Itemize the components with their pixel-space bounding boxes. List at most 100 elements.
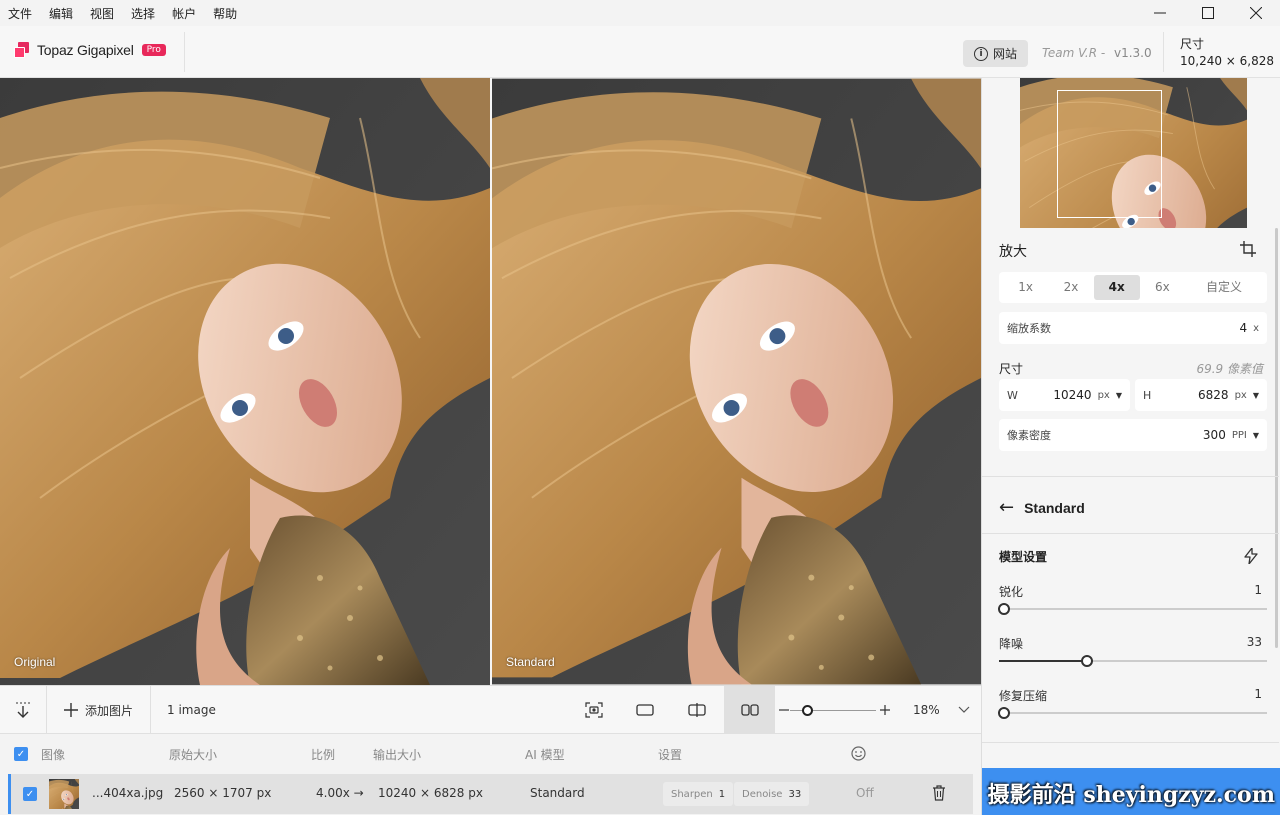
col-output-size: 输出大小	[373, 748, 422, 762]
sharpen-pill-label: Sharpen	[671, 788, 713, 800]
minimize-button[interactable]	[1136, 0, 1184, 26]
app-logo: Topaz Gigapixel Pro	[14, 42, 166, 58]
zoom-slider-knob[interactable]	[802, 705, 814, 716]
trash-icon[interactable]	[932, 785, 946, 801]
slider-knob[interactable]	[1081, 655, 1094, 667]
website-label: 网站	[992, 47, 1017, 61]
col-settings: 设置	[658, 748, 683, 762]
menu-select[interactable]: 选择	[131, 5, 155, 22]
sharpen-value: 1	[1254, 583, 1262, 597]
compression-slider[interactable]	[998, 707, 1267, 719]
split-view-button[interactable]	[672, 686, 722, 734]
arrow-left-icon: ←	[999, 497, 1015, 518]
single-view-button[interactable]	[620, 686, 670, 734]
check-icon: ✓	[14, 747, 28, 761]
chevron-down-icon[interactable]: ▼	[1253, 431, 1259, 440]
scale-factor-field[interactable]: 缩放系数 4 x	[999, 312, 1267, 344]
row-checkbox[interactable]: ✓	[23, 787, 37, 801]
scale-option-2x[interactable]: 2x	[1048, 275, 1093, 300]
enhanced-preview[interactable]: Standard	[492, 78, 981, 685]
slider-knob[interactable]	[998, 707, 1011, 719]
pixel-density-unit: PPI	[1231, 429, 1247, 441]
pixel-density-field[interactable]: 像素密度 300 PPI ▼	[999, 419, 1267, 451]
enhanced-label: Standard	[506, 655, 555, 669]
check-icon: ✓	[23, 787, 37, 801]
lightning-icon[interactable]	[1244, 548, 1258, 564]
chevron-down-icon[interactable]: ▼	[1116, 391, 1122, 400]
download-arrow-icon	[16, 702, 30, 718]
height-label: H	[1143, 388, 1152, 402]
row-ratio: 4.00x →	[316, 786, 364, 800]
compression-value: 1	[1254, 687, 1262, 701]
model-back-button[interactable]: ← Standard	[999, 497, 1085, 518]
enhanced-image	[492, 78, 981, 685]
side-by-side-icon	[740, 704, 759, 716]
height-value: 6828	[1198, 388, 1229, 402]
row-filename: ...404xa.jpg	[92, 786, 164, 800]
original-preview[interactable]: Original	[0, 78, 490, 685]
single-view-icon	[636, 704, 654, 716]
app-name: Topaz Gigapixel	[37, 42, 134, 58]
add-image-button[interactable]: 添加图片	[47, 686, 150, 734]
scale-option-1x[interactable]: 1x	[1003, 275, 1048, 300]
denoise-label: 降噪	[999, 637, 1024, 651]
queue-table-header: ✓ 图像 原始大小 比例 输出大小 AI 模型 设置	[0, 734, 981, 774]
thumbnail-image	[49, 779, 79, 809]
scale-option-4x[interactable]: 4x	[1093, 275, 1140, 300]
col-ratio: 比例	[311, 748, 336, 762]
version-label: v1.3.0	[1114, 46, 1152, 60]
model-settings-title: 模型设置	[999, 550, 1048, 564]
sharpen-label: 锐化	[999, 585, 1024, 599]
crop-icon[interactable]	[1240, 241, 1256, 257]
camera-icon	[585, 702, 603, 718]
menu-view[interactable]: 视图	[90, 5, 114, 22]
scale-option-custom[interactable]: 自定义	[1185, 275, 1263, 300]
menu-help[interactable]: 帮助	[213, 5, 237, 22]
scale-selector: 1x 2x 4x 6x 自定义	[999, 272, 1267, 303]
height-unit: px	[1234, 389, 1247, 401]
topaz-logo-icon	[14, 42, 30, 58]
width-field[interactable]: W 10240 px ▼	[999, 379, 1130, 411]
row-model: Standard	[530, 786, 585, 800]
close-button[interactable]	[1232, 0, 1280, 26]
save-button[interactable]: 摄影前沿 sheyingzyz.com	[982, 768, 1280, 815]
panel-scrollbar[interactable]	[1275, 228, 1278, 648]
row-original-size: 2560 × 1707 px	[174, 786, 272, 800]
maximize-button[interactable]	[1184, 0, 1232, 26]
navigator-thumbnail[interactable]	[1020, 78, 1247, 228]
menu-edit[interactable]: 编辑	[49, 5, 73, 22]
dimension-label: 尺寸	[999, 362, 1024, 376]
table-row[interactable]: ✓ ...404xa.jpg 2560 × 1707 px 4.00x → 10…	[8, 774, 973, 814]
add-image-label: 添加图片	[84, 703, 133, 718]
snapshot-button[interactable]	[569, 686, 619, 734]
import-button[interactable]	[0, 686, 46, 734]
zoom-dropdown-button[interactable]	[952, 686, 976, 734]
zoom-in-button[interactable]	[877, 686, 893, 734]
zoom-percent: 18%	[913, 703, 940, 717]
select-all-checkbox[interactable]: ✓	[14, 747, 28, 761]
height-field[interactable]: H 6828 px ▼	[1135, 379, 1267, 411]
denoise-slider[interactable]	[999, 655, 1267, 667]
menu-account[interactable]: 帐户	[172, 5, 196, 22]
scale-factor-unit: x	[1253, 322, 1259, 334]
maximize-icon	[1202, 7, 1214, 19]
chevron-down-icon[interactable]: ▼	[1253, 391, 1259, 400]
website-button[interactable]: i 网站	[963, 40, 1028, 67]
row-face-recovery: Off	[856, 786, 874, 800]
close-icon	[1250, 7, 1262, 19]
scale-option-6x[interactable]: 6x	[1140, 275, 1185, 300]
sharpen-pill-value: 1	[718, 788, 726, 800]
menu-file[interactable]: 文件	[8, 5, 32, 22]
navigator-viewport-box[interactable]	[1057, 90, 1162, 218]
compression-label: 修复压缩	[999, 689, 1048, 703]
zoom-slider[interactable]	[790, 705, 876, 716]
col-original-size: 原始大小	[169, 748, 218, 762]
width-value: 10240	[1053, 388, 1092, 402]
width-label: W	[1007, 388, 1018, 402]
sharpen-slider[interactable]	[998, 603, 1267, 615]
denoise-pill-label: Denoise	[742, 788, 783, 800]
slider-knob[interactable]	[998, 603, 1011, 615]
pixel-density-value: 300	[1202, 428, 1226, 442]
side-by-side-view-button[interactable]	[724, 686, 775, 734]
model-name: Standard	[1024, 499, 1085, 516]
